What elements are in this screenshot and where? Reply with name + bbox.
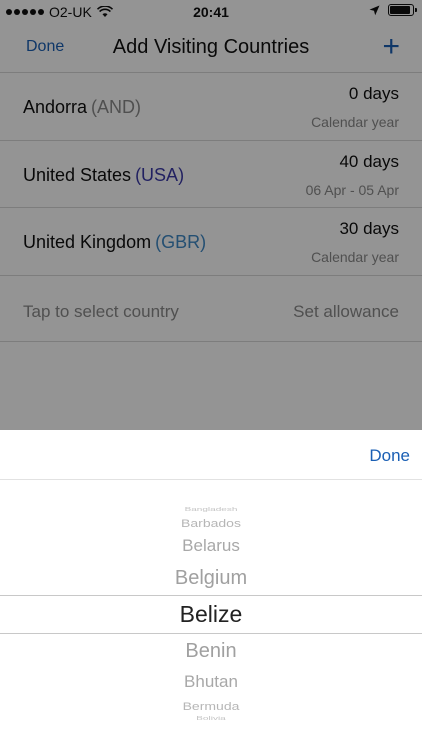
- country-picker-wheel[interactable]: Bangladesh Barbados Belarus Belgium Beli…: [0, 480, 422, 750]
- picker-item[interactable]: Bermuda: [0, 700, 422, 711]
- picker-item[interactable]: Bolivia: [0, 716, 422, 722]
- dim-overlay[interactable]: [0, 0, 422, 430]
- picker-item-selected[interactable]: Belize: [0, 601, 422, 627]
- selection-indicator-top: [0, 595, 422, 596]
- picker-item[interactable]: Benin: [0, 640, 422, 662]
- picker-item[interactable]: Belarus: [0, 537, 422, 555]
- picker-toolbar: Done: [0, 430, 422, 480]
- country-picker-sheet: Done Bangladesh Barbados Belarus Belgium…: [0, 430, 422, 750]
- picker-item[interactable]: Bangladesh: [0, 507, 422, 513]
- picker-item[interactable]: Belgium: [0, 567, 422, 589]
- selection-indicator-bottom: [0, 633, 422, 634]
- picker-item[interactable]: Bhutan: [0, 673, 422, 691]
- picker-done-button[interactable]: Done: [369, 446, 410, 466]
- picker-item[interactable]: Barbados: [0, 517, 422, 528]
